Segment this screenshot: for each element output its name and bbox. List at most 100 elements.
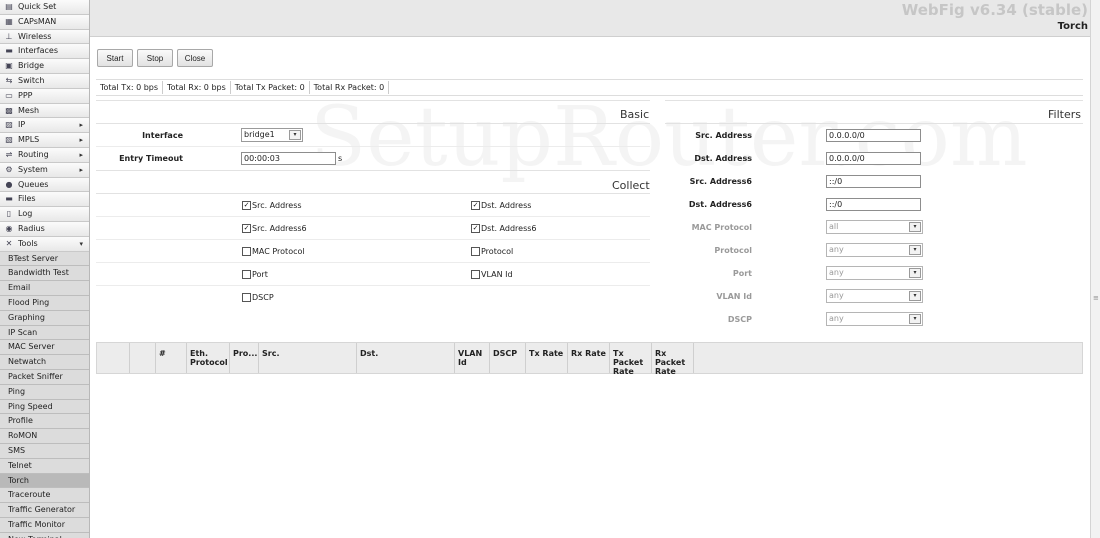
files-icon: ▬ [5, 194, 13, 204]
tools-item-telnet[interactable]: Telnet [0, 458, 89, 474]
tools-item-ping-speed[interactable]: Ping Speed [0, 399, 89, 415]
sidebar-item-switch[interactable]: ⇆ Switch [0, 73, 89, 89]
tools-item-traceroute[interactable]: Traceroute [0, 488, 89, 504]
entry-timeout-unit: s [338, 154, 343, 163]
close-button[interactable]: Close [177, 49, 213, 67]
sidebar-item-label: Queues [18, 179, 49, 189]
sidebar-item-label: Wireless [18, 31, 52, 41]
tools-item-new-terminal[interactable]: New Terminal [0, 532, 89, 538]
tools-item-email[interactable]: Email [0, 281, 89, 296]
stop-button[interactable]: Stop [137, 49, 173, 67]
filter-mac-protocol-select[interactable]: all ▾ [826, 220, 923, 234]
chevron-down-icon: ▾ [79, 239, 83, 248]
sidebar-item-files[interactable]: ▬ Files [0, 192, 89, 208]
filter-port-select[interactable]: any ▾ [826, 266, 923, 280]
filter-protocol-select[interactable]: any ▾ [826, 243, 923, 257]
tools-item-torch[interactable]: Torch [0, 473, 89, 489]
tools-item-btest-server[interactable]: BTest Server [0, 251, 89, 267]
sidebar-item-tools[interactable]: ✕ Tools ▾ [0, 236, 89, 252]
collect-src-address-checkbox[interactable]: ✓ Src. Address [242, 201, 302, 210]
start-button[interactable]: Start [97, 49, 133, 67]
column-header[interactable]: Rx Packet Rate [652, 343, 694, 376]
column-header[interactable]: # [156, 343, 187, 373]
filter-vlan-select[interactable]: any ▾ [826, 289, 923, 303]
sidebar-item-label: Log [18, 209, 33, 219]
sidebar-item-radius[interactable]: ◉ Radius [0, 221, 89, 237]
tools-item-ping[interactable]: Ping [0, 384, 89, 400]
collect-vlan-id-checkbox[interactable]: VLAN Id [471, 270, 513, 279]
sidebar-item-mesh[interactable]: ▩ Mesh [0, 103, 89, 119]
sidebar-item-log[interactable]: ▯ Log [0, 207, 89, 222]
sidebar-item-mpls[interactable]: ▧ MPLS ▸ [0, 133, 89, 148]
tools-icon: ✕ [5, 238, 13, 248]
column-header[interactable]: Tx Packet Rate [610, 343, 652, 376]
collect-dst-address6-checkbox[interactable]: ✓ Dst. Address6 [471, 224, 537, 233]
filter-port-value: any [829, 268, 844, 277]
sidebar-item-system[interactable]: ⚙ System ▸ [0, 162, 89, 178]
filter-mac-protocol-label: MAC Protocol [691, 223, 752, 232]
column-header[interactable] [130, 343, 156, 373]
ip-icon: ▨ [5, 120, 13, 130]
filter-src-address6-label: Src. Address6 [689, 177, 752, 186]
filter-protocol-label: Protocol [714, 246, 752, 255]
collect-title: Collect [612, 179, 650, 192]
checkbox-check-icon: ✓ [471, 224, 480, 233]
filter-dst-address6-input[interactable]: ::/0 [826, 198, 921, 211]
sidebar-item-ppp[interactable]: ▭ PPP [0, 88, 89, 104]
tools-item-profile[interactable]: Profile [0, 414, 89, 430]
tools-item-graphing[interactable]: Graphing [0, 310, 89, 326]
checkbox-check-icon: ✓ [242, 224, 251, 233]
capsman-icon: ▦ [5, 16, 13, 26]
column-header[interactable]: Eth. Protocol [187, 343, 230, 373]
sidebar-item-routing[interactable]: ⇌ Routing ▸ [0, 147, 89, 163]
chevron-down-icon: ▾ [289, 130, 301, 140]
column-header[interactable]: Rx Rate [568, 343, 610, 373]
entry-timeout-input[interactable]: 00:00:03 [241, 152, 336, 165]
page-scrollbar[interactable]: ≡ [1090, 0, 1100, 538]
sidebar-item-quick-set[interactable]: ▤ Quick Set [0, 0, 89, 15]
column-header[interactable]: Dst. [357, 343, 455, 373]
column-header[interactable]: DSCP [490, 343, 526, 373]
tools-item-netwatch[interactable]: Netwatch [0, 355, 89, 370]
column-header[interactable]: Pro... [230, 343, 259, 373]
sidebar-item-ip[interactable]: ▨ IP ▸ [0, 118, 89, 134]
collect-src-address-label: Src. Address [252, 201, 302, 210]
total-rx: Total Rx: 0 bps [163, 81, 231, 94]
interfaces-icon: ▬ [5, 46, 13, 56]
column-header[interactable]: VLAN Id [455, 343, 490, 373]
sidebar-item-wireless[interactable]: ⊥ Wireless [0, 29, 89, 45]
filter-src-address6-input[interactable]: ::/0 [826, 175, 921, 188]
page-title: Torch [1057, 21, 1088, 32]
tools-item-romon[interactable]: RoMON [0, 429, 89, 444]
column-header[interactable] [97, 343, 130, 373]
tools-item-bandwidth-test[interactable]: Bandwidth Test [0, 266, 89, 282]
tools-item-packet-sniffer[interactable]: Packet Sniffer [0, 369, 89, 385]
column-header[interactable]: Tx Rate [526, 343, 568, 373]
collect-port-checkbox[interactable]: Port [242, 270, 268, 279]
tools-item-ip-scan[interactable]: IP Scan [0, 325, 89, 341]
sidebar-item-interfaces[interactable]: ▬ Interfaces [0, 44, 89, 60]
tools-item-sms[interactable]: SMS [0, 443, 89, 459]
sidebar-item-bridge[interactable]: ▣ Bridge [0, 59, 89, 74]
tools-item-mac-server[interactable]: MAC Server [0, 340, 89, 356]
column-header[interactable]: Src. [259, 343, 357, 373]
sidebar-item-queues[interactable]: ● Queues [0, 177, 89, 193]
filter-vlan-label: VLAN Id [716, 292, 752, 301]
tools-item-traffic-monitor[interactable]: Traffic Monitor [0, 517, 89, 533]
tools-item-traffic-generator[interactable]: Traffic Generator [0, 503, 89, 518]
collect-dst-address-checkbox[interactable]: ✓ Dst. Address [471, 201, 531, 210]
collect-protocol-checkbox[interactable]: Protocol [471, 247, 513, 256]
collect-src-address6-checkbox[interactable]: ✓ Src. Address6 [242, 224, 307, 233]
filter-src-address-input[interactable]: 0.0.0.0/0 [826, 129, 921, 142]
filter-dscp-select[interactable]: any ▾ [826, 312, 923, 326]
mesh-icon: ▩ [5, 105, 13, 115]
tools-item-flood-ping[interactable]: Flood Ping [0, 295, 89, 311]
interface-select[interactable]: bridge1 ▾ [241, 128, 303, 142]
sidebar-item-capsman[interactable]: ▦ CAPsMAN [0, 14, 89, 30]
filter-dst-address-input[interactable]: 0.0.0.0/0 [826, 152, 921, 165]
row-divider [96, 239, 650, 240]
collect-dscp-checkbox[interactable]: DSCP [242, 293, 274, 302]
collect-mac-protocol-checkbox[interactable]: MAC Protocol [242, 247, 305, 256]
row-divider [96, 216, 650, 217]
sidebar-item-label: Bridge [18, 61, 45, 71]
